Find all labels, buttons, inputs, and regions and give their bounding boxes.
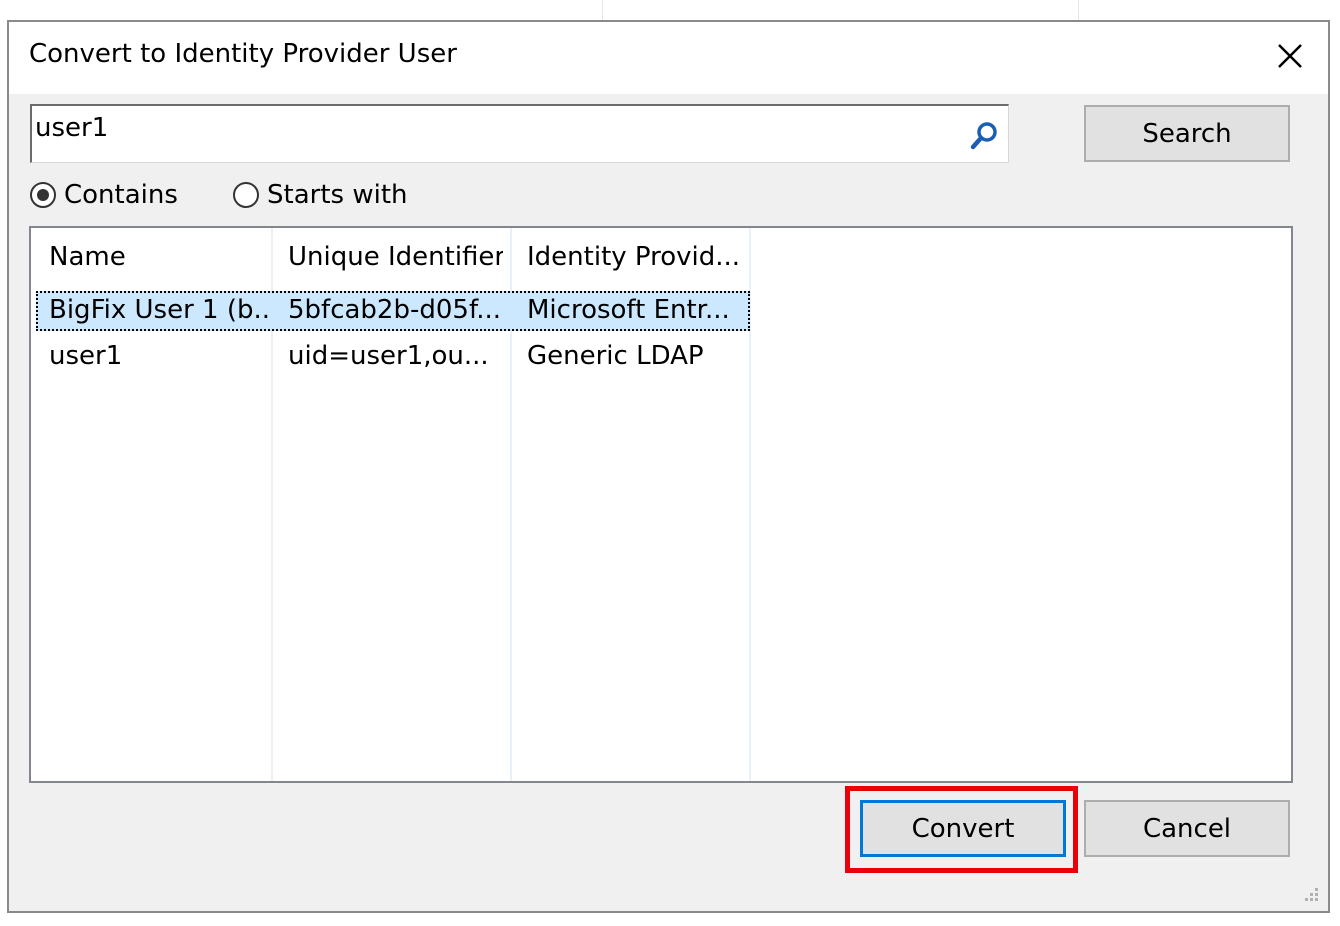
table-row-selected[interactable]: BigFix User 1 (b... 5bfcab2b-d05f... Mic… xyxy=(36,291,750,331)
background-divider xyxy=(602,0,603,20)
radio-contains[interactable]: Contains xyxy=(30,178,178,212)
results-list[interactable]: Name Unique Identifier Identity Provid..… xyxy=(29,226,1293,783)
cancel-button[interactable]: Cancel xyxy=(1084,800,1290,857)
table-row[interactable]: user1 uid=user1,ou... Generic LDAP xyxy=(36,337,750,377)
radio-label-contains: Contains xyxy=(64,180,178,210)
title-bar: Convert to Identity Provider User xyxy=(9,22,1328,94)
search-button[interactable]: Search xyxy=(1084,105,1290,162)
cell-identity-provider: Microsoft Entr... xyxy=(527,295,730,325)
cell-unique-identifier: uid=user1,ou... xyxy=(288,341,489,371)
close-icon xyxy=(1278,44,1302,68)
convert-button[interactable]: Convert xyxy=(860,800,1066,857)
search-icon[interactable] xyxy=(968,120,1000,152)
column-header-name[interactable]: Name xyxy=(49,242,264,272)
background-divider xyxy=(1078,0,1079,20)
radio-button-unselected[interactable] xyxy=(233,182,259,208)
column-header-unique-identifier[interactable]: Unique Identifier xyxy=(288,242,503,272)
cell-unique-identifier: 5bfcab2b-d05f... xyxy=(288,295,502,325)
column-header-identity-provider[interactable]: Identity Provid... xyxy=(527,242,745,272)
search-input[interactable] xyxy=(35,108,955,148)
radio-button-selected[interactable] xyxy=(30,182,56,208)
dialog-title: Convert to Identity Provider User xyxy=(29,39,457,69)
cell-name: BigFix User 1 (b... xyxy=(49,295,271,325)
cell-name: user1 xyxy=(49,341,123,371)
radio-dot xyxy=(37,189,49,201)
cell-identity-provider: Generic LDAP xyxy=(527,341,704,371)
resize-grip-icon[interactable] xyxy=(1300,883,1320,903)
close-button[interactable] xyxy=(1270,36,1310,76)
radio-starts-with[interactable]: Starts with xyxy=(233,178,408,212)
search-field[interactable] xyxy=(30,104,1009,163)
radio-label-starts-with: Starts with xyxy=(267,180,408,210)
